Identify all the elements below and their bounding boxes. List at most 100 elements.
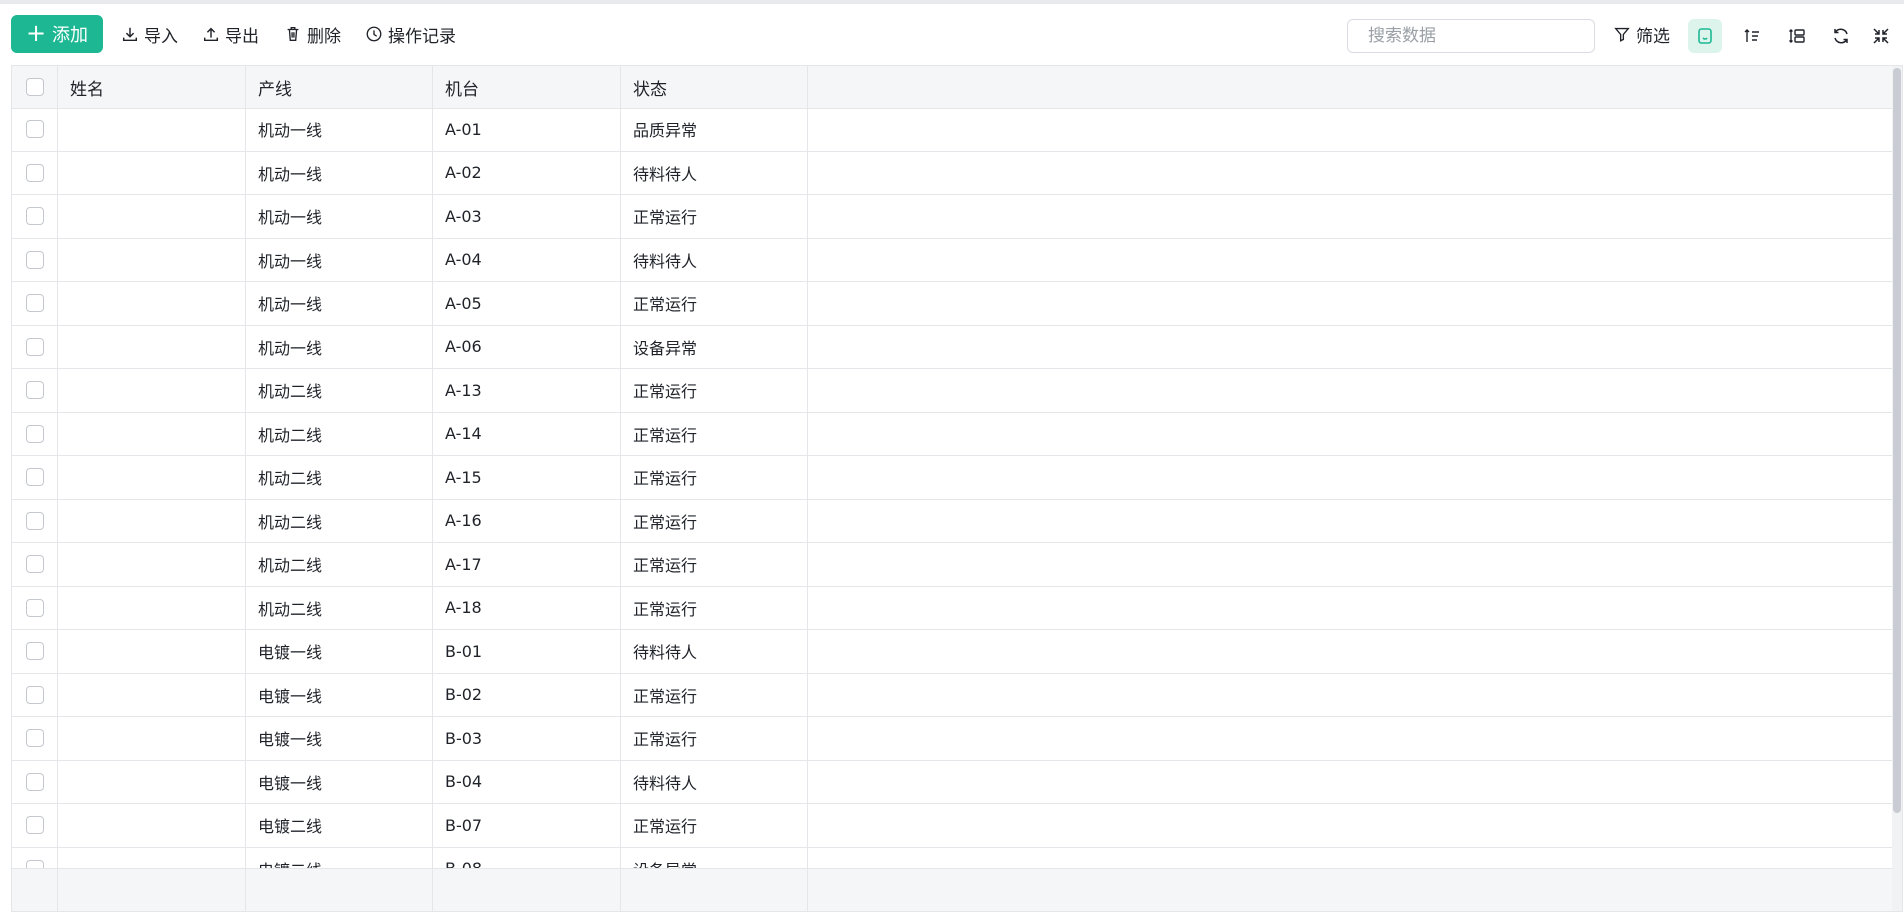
row-checkbox[interactable] [25, 163, 44, 182]
row-checkbox[interactable] [25, 337, 44, 356]
cell-status[interactable]: 待料待人 [620, 239, 808, 282]
filter-button[interactable]: 筛选 [1613, 18, 1670, 50]
cell-status[interactable]: 正常运行 [620, 804, 808, 847]
delete-button[interactable]: 删除 [284, 18, 341, 50]
table-row[interactable]: 机动一线 A-01 品质异常 [12, 108, 1902, 152]
cell-machine[interactable]: B-03 [432, 717, 620, 760]
row-checkbox[interactable] [25, 250, 44, 269]
table-row[interactable]: 机动二线 A-14 正常运行 [12, 412, 1902, 456]
cell-status[interactable]: 设备异常 [620, 848, 808, 868]
table-row[interactable]: 机动二线 A-15 正常运行 [12, 456, 1902, 500]
table-row[interactable]: 机动一线 A-02 待料待人 [12, 151, 1902, 195]
cell-machine[interactable]: A-16 [432, 500, 620, 543]
select-all-checkbox[interactable] [25, 78, 44, 96]
cell-name[interactable] [57, 326, 245, 369]
row-checkbox[interactable] [25, 729, 44, 748]
cell-status[interactable]: 品质异常 [620, 108, 808, 151]
table-row[interactable]: 机动一线 A-03 正常运行 [12, 195, 1902, 239]
cell-name[interactable] [57, 195, 245, 238]
history-button[interactable]: 操作记录 [365, 18, 456, 50]
sort-button[interactable] [1735, 19, 1769, 53]
cell-status[interactable]: 正常运行 [620, 456, 808, 499]
cell-name[interactable] [57, 848, 245, 869]
row-checkbox[interactable] [25, 207, 44, 226]
import-button[interactable]: 导入 [121, 18, 178, 50]
table-row[interactable]: 机动一线 A-06 设备异常 [12, 325, 1902, 369]
table-row[interactable]: 电镀一线 B-03 正常运行 [12, 717, 1902, 761]
row-checkbox[interactable] [25, 511, 44, 530]
row-height-button[interactable] [1780, 19, 1814, 53]
cell-name[interactable] [57, 152, 245, 195]
cell-name[interactable] [57, 674, 245, 717]
cell-status[interactable]: 待料待人 [620, 152, 808, 195]
cell-machine[interactable]: B-04 [432, 761, 620, 804]
cell-line[interactable]: 电镀二线 [245, 804, 433, 847]
table-row[interactable]: 机动二线 A-17 正常运行 [12, 543, 1902, 587]
row-checkbox[interactable] [25, 859, 44, 868]
cell-line[interactable]: 机动二线 [245, 500, 433, 543]
cell-name[interactable] [57, 108, 245, 151]
collapse-button[interactable] [1864, 19, 1898, 53]
table-row[interactable]: 电镀一线 B-01 待料待人 [12, 630, 1902, 674]
cell-status[interactable]: 正常运行 [620, 282, 808, 325]
cell-status[interactable]: 正常运行 [620, 543, 808, 586]
cell-line[interactable]: 机动一线 [245, 108, 433, 151]
cell-line[interactable]: 机动二线 [245, 413, 433, 456]
cell-name[interactable] [57, 543, 245, 586]
cell-name[interactable] [57, 456, 245, 499]
cell-name[interactable] [57, 804, 245, 847]
row-checkbox[interactable] [25, 598, 44, 617]
column-header-line[interactable]: 产线 [245, 66, 433, 108]
cell-name[interactable] [57, 717, 245, 760]
cell-name[interactable] [57, 587, 245, 630]
cell-line[interactable]: 电镀一线 [245, 630, 433, 673]
table-row[interactable]: 机动二线 A-18 正常运行 [12, 586, 1902, 630]
cell-name[interactable] [57, 630, 245, 673]
cell-machine[interactable]: A-18 [432, 587, 620, 630]
cell-status[interactable]: 设备异常 [620, 326, 808, 369]
table-row[interactable]: 机动一线 A-05 正常运行 [12, 282, 1902, 326]
table-row[interactable]: 电镀一线 B-02 正常运行 [12, 673, 1902, 717]
cell-line[interactable]: 机动一线 [245, 152, 433, 195]
cell-status[interactable]: 正常运行 [620, 717, 808, 760]
cell-machine[interactable]: B-02 [432, 674, 620, 717]
row-checkbox[interactable] [25, 294, 44, 313]
row-checkbox[interactable] [25, 816, 44, 835]
cell-line[interactable]: 机动二线 [245, 456, 433, 499]
cell-machine[interactable]: B-07 [432, 804, 620, 847]
cell-status[interactable]: 待料待人 [620, 630, 808, 673]
cell-status[interactable]: 正常运行 [620, 587, 808, 630]
cell-status[interactable]: 正常运行 [620, 500, 808, 543]
table-row[interactable]: 电镀二线B-08设备异常 [12, 847, 1902, 869]
cell-machine[interactable]: A-05 [432, 282, 620, 325]
cell-name[interactable] [57, 500, 245, 543]
row-checkbox[interactable] [25, 120, 44, 139]
row-checkbox[interactable] [25, 555, 44, 574]
cell-status[interactable]: 正常运行 [620, 195, 808, 238]
cell-name[interactable] [57, 369, 245, 412]
table-row[interactable]: 机动一线 A-04 待料待人 [12, 238, 1902, 282]
row-checkbox[interactable] [25, 772, 44, 791]
search-box[interactable] [1347, 19, 1595, 53]
vertical-scrollbar[interactable] [1892, 66, 1902, 911]
add-button[interactable]: + 添加 [11, 15, 103, 53]
column-header-machine[interactable]: 机台 [432, 66, 620, 108]
table-row[interactable]: 机动二线 A-16 正常运行 [12, 499, 1902, 543]
cell-status[interactable]: 待料待人 [620, 761, 808, 804]
cell-machine[interactable]: A-13 [432, 369, 620, 412]
row-checkbox[interactable] [25, 381, 44, 400]
scrollbar-thumb[interactable] [1893, 68, 1901, 813]
table-row[interactable]: 机动二线 A-13 正常运行 [12, 369, 1902, 413]
cell-line[interactable]: 电镀一线 [245, 717, 433, 760]
cell-line[interactable]: 电镀一线 [245, 761, 433, 804]
cell-line[interactable]: 机动二线 [245, 369, 433, 412]
table-row[interactable]: 电镀一线 B-04 待料待人 [12, 760, 1902, 804]
export-button[interactable]: 导出 [202, 18, 259, 50]
cell-machine[interactable]: A-01 [432, 108, 620, 151]
cell-name[interactable] [57, 761, 245, 804]
cell-line[interactable]: 机动二线 [245, 587, 433, 630]
cell-status[interactable]: 正常运行 [620, 674, 808, 717]
cell-name[interactable] [57, 413, 245, 456]
cell-machine[interactable]: A-14 [432, 413, 620, 456]
cell-line[interactable]: 机动一线 [245, 282, 433, 325]
